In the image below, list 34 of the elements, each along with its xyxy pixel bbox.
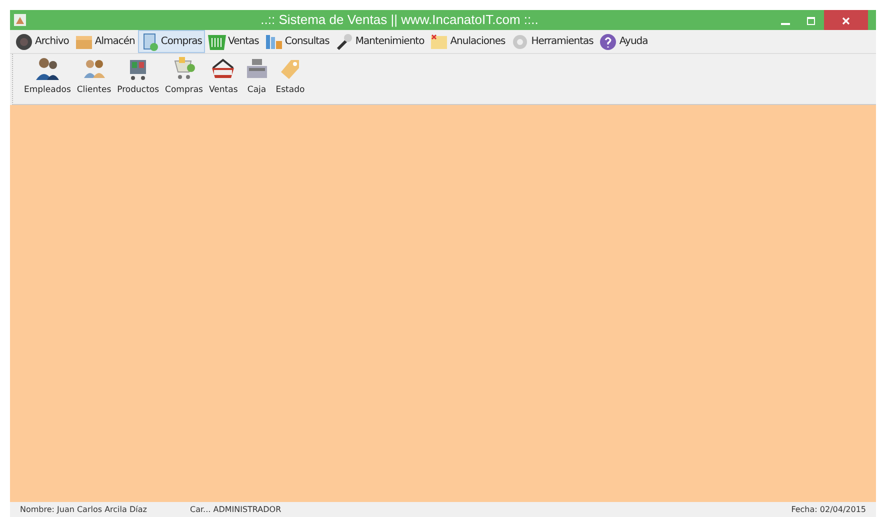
date-label: Fecha: 02/04/2015 xyxy=(791,504,866,516)
wrench-icon xyxy=(335,32,354,50)
toolbar-button[interactable]: Clientes xyxy=(74,56,114,97)
disc-icon xyxy=(15,32,33,50)
menu-item[interactable]: Archivo xyxy=(12,30,72,53)
help-icon xyxy=(599,32,618,50)
close-button[interactable] xyxy=(824,10,868,30)
menu-item[interactable]: Anulaciones xyxy=(427,30,508,53)
toolbar-button[interactable]: Empleados xyxy=(21,56,74,97)
app-icon xyxy=(13,13,27,27)
menu-item[interactable]: Almacén xyxy=(72,30,138,53)
minimize-icon xyxy=(780,22,790,25)
menu-item[interactable]: Compras xyxy=(138,30,206,53)
menu-item[interactable]: Consultas xyxy=(262,30,332,53)
menu-item[interactable]: Herramientas xyxy=(508,30,596,53)
people-icon xyxy=(34,56,60,82)
folder-icon xyxy=(430,32,448,50)
menu-item[interactable]: Ayuda xyxy=(596,30,651,53)
maximize-icon xyxy=(806,16,816,26)
toolbar-button[interactable]: Estado xyxy=(272,56,308,97)
document-icon xyxy=(140,32,159,50)
user-name: Nombre: Juan Carlos Arcila Díaz xyxy=(20,504,148,516)
menu-item[interactable]: Mantenimiento xyxy=(332,30,428,53)
close-icon xyxy=(841,16,851,26)
toolbar-button[interactable]: Ventas xyxy=(206,56,241,97)
books-icon xyxy=(264,32,283,50)
gear-icon xyxy=(511,32,530,50)
basket-icon xyxy=(208,32,226,50)
toolbar-button[interactable]: Compras xyxy=(162,56,206,97)
toolbar-button[interactable]: Productos xyxy=(114,56,162,97)
menu-item[interactable]: Ventas xyxy=(205,30,262,53)
user-role: Car... ADMINISTRADOR xyxy=(190,504,282,516)
toolbar-button[interactable]: Caja xyxy=(240,56,273,97)
window-title: ..:: Sistema de Ventas || www.IncanatoIT.com ::.. xyxy=(260,11,540,30)
